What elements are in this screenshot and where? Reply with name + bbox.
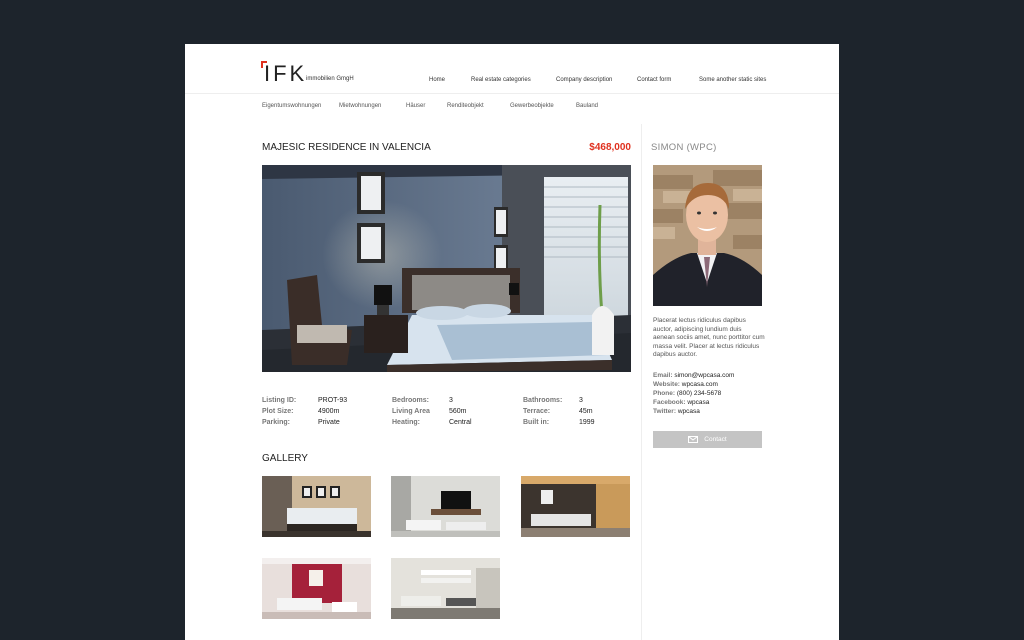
detail-label: Living Area <box>392 408 430 415</box>
contact-website: Website: wpcasa.com <box>653 380 768 389</box>
contact-button[interactable]: Contact <box>653 431 762 448</box>
detail-value: 3 <box>579 397 583 404</box>
contact-phone: Phone: (800) 234-5678 <box>653 389 768 398</box>
nav-static-sites[interactable]: Some another static sites <box>699 77 766 83</box>
subnav-gewerbeobjekte[interactable]: Gewerbeobjekte <box>510 103 554 109</box>
contact-label: Email: <box>653 372 673 379</box>
gallery-thumb-1[interactable] <box>262 476 371 537</box>
contact-email: Email: simon@wpcasa.com <box>653 371 768 380</box>
contact-button-label: Contact <box>704 436 727 443</box>
gallery-thumb-5[interactable] <box>391 558 500 619</box>
gallery-title: GALLERY <box>262 453 308 464</box>
contact-value: (800) 234-5678 <box>676 390 722 397</box>
gallery-thumb-4[interactable] <box>262 558 371 619</box>
detail-value: 45m <box>579 408 593 415</box>
detail-value: 3 <box>449 397 453 404</box>
contact-twitter: Twitter: wpcasa <box>653 407 768 416</box>
detail-label: Terrace: <box>523 408 551 415</box>
details-row: Plot Size: 4900m Living Area 560m Terrac… <box>262 408 631 418</box>
contact-label: Twitter: <box>653 408 676 415</box>
subnav-eigentumswohnungen[interactable]: Eigentumswohnungen <box>262 103 321 109</box>
detail-label: Parking: <box>262 419 291 426</box>
header-divider <box>185 93 839 94</box>
details-row: Parking: Private Heating: Central Built … <box>262 419 631 429</box>
detail-label: Heating: <box>392 419 420 426</box>
agent-contacts: Email: simon@wpcasa.com Website: wpcasa.… <box>653 371 768 416</box>
listing-price: $468,000 <box>589 142 631 153</box>
contact-value[interactable]: simon@wpcasa.com <box>674 372 734 379</box>
contact-facebook: Facebook: wpcasa <box>653 398 768 407</box>
nav-real-estate-categories[interactable]: Real estate categories <box>471 77 531 83</box>
agent-photo <box>653 165 762 306</box>
detail-value: 1999 <box>579 419 595 426</box>
envelope-icon <box>688 436 699 443</box>
subnav-haeuser[interactable]: Häuser <box>406 103 425 109</box>
detail-label: Listing ID: <box>262 397 297 404</box>
detail-label: Bedrooms: <box>392 397 429 404</box>
subnav-renditeobjekt[interactable]: Renditeobjekt <box>447 103 484 109</box>
nav-company-description[interactable]: Company description <box>556 77 612 83</box>
detail-value: Central <box>449 419 472 426</box>
detail-value: 560m <box>449 408 467 415</box>
contact-label: Facebook: <box>653 399 686 406</box>
contact-value[interactable]: wpcasa <box>687 399 709 406</box>
nav-contact-form[interactable]: Contact form <box>637 77 671 83</box>
gallery-thumb-2[interactable] <box>391 476 500 537</box>
detail-label: Plot Size: <box>262 408 294 415</box>
listing-main-photo[interactable] <box>262 165 631 372</box>
detail-value: PROT-93 <box>318 397 348 404</box>
subnav-mietwohnungen[interactable]: Mietwohnungen <box>339 103 381 109</box>
gallery-thumb-3[interactable] <box>521 476 630 537</box>
main-navigation: Home Real estate categories Company desc… <box>185 77 839 87</box>
agent-bio: Placerat lectus ridiculus dapibus auctor… <box>653 317 765 358</box>
details-row: Listing ID: PROT-93 Bedrooms: 3 Bathroom… <box>262 397 631 407</box>
detail-label: Bathrooms: <box>523 397 563 404</box>
listing-title: MAJESIC RESIDENCE IN VALENCIA <box>262 142 431 153</box>
detail-value: 4900m <box>318 408 340 415</box>
agent-name: SIMON (WPC) <box>651 142 717 153</box>
detail-label: Built in: <box>523 419 550 426</box>
nav-home[interactable]: Home <box>429 77 445 83</box>
contact-label: Phone: <box>653 390 676 397</box>
subnav-bauland[interactable]: Bauland <box>576 103 598 109</box>
contact-value[interactable]: wpcasa <box>678 408 700 415</box>
contact-label: Website: <box>653 381 680 388</box>
category-navigation: Eigentumswohnungen Mietwohnungen Häuser … <box>185 103 839 113</box>
detail-value: Private <box>318 419 340 426</box>
page-container: IFK immobilien GmgH Home Real estate cat… <box>185 44 839 640</box>
sidebar-divider <box>641 124 642 640</box>
contact-value[interactable]: wpcasa.com <box>682 381 718 388</box>
